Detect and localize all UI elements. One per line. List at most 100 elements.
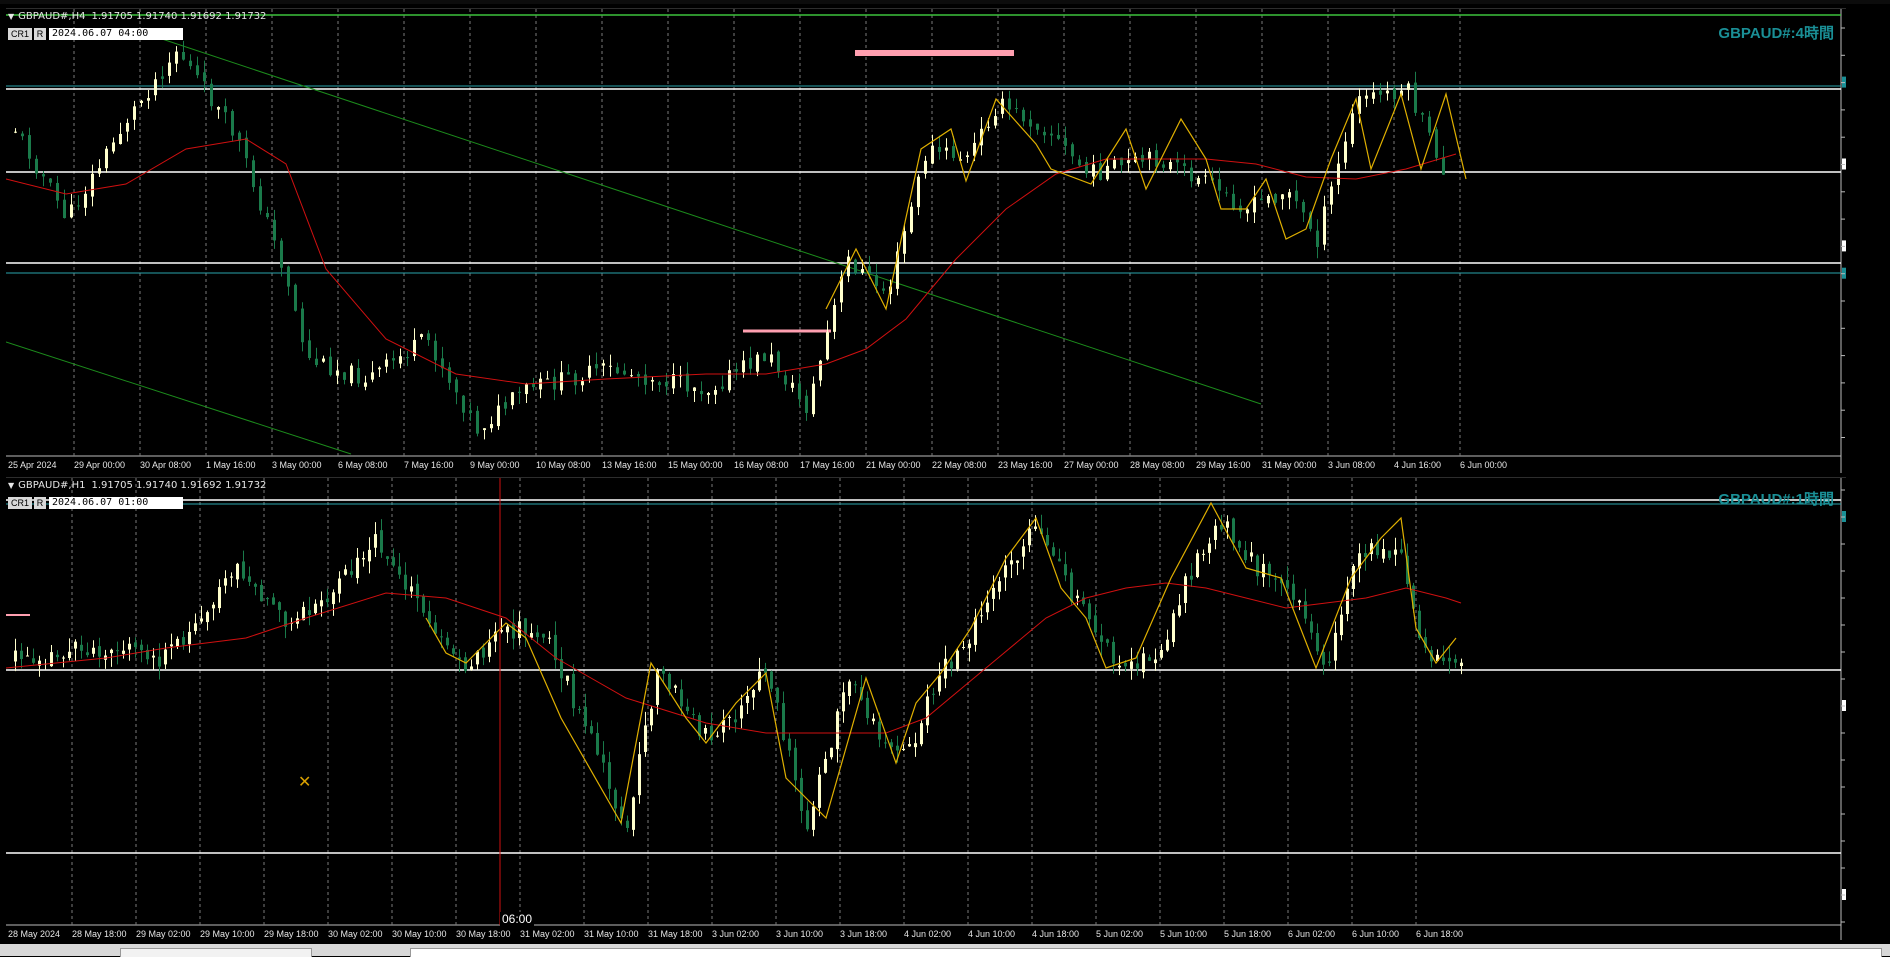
candle-body: [259, 186, 262, 211]
h1-ohlc: 1.91705 1.91740 1.91692 1.91732: [91, 480, 267, 491]
candle-body: [902, 749, 905, 751]
candle-body: [350, 365, 353, 384]
candle-body: [542, 633, 545, 638]
candle-body: [756, 354, 759, 372]
crosshair-time-label: 06:00: [500, 912, 535, 926]
candle-body: [998, 581, 1001, 592]
chart-pane-h4[interactable]: 25 Apr 2024 29 Apr 00:00 30 Apr 08:00 1 May…: [6, 8, 1846, 473]
candle-body: [1454, 658, 1457, 663]
candle-body: [728, 716, 731, 718]
candle-body: [1029, 119, 1032, 127]
candle-body: [842, 692, 845, 712]
time-tick-label: 5 Jun 18:00: [1224, 929, 1271, 939]
candle-body: [1071, 144, 1074, 157]
chart-pane-h1[interactable]: 28 May 2024 28 May 18:00 29 May 02:00 29 Ma…: [6, 477, 1846, 940]
candle-body: [1322, 652, 1325, 665]
candle-body: [782, 703, 785, 741]
time-tick-label: 10 May 08:00: [536, 460, 591, 470]
h1-cr1-button[interactable]: CR1: [8, 497, 32, 509]
candle-body: [175, 51, 178, 64]
candle-body: [203, 72, 206, 82]
candle-body: [1154, 659, 1157, 664]
candle-body: [1382, 549, 1385, 559]
candle-body: [1008, 98, 1011, 110]
candle-body: [1190, 167, 1193, 182]
candle-body: [329, 356, 332, 376]
h1-r-button[interactable]: R: [34, 497, 46, 509]
candle-body: [602, 363, 605, 366]
candle-body: [1064, 137, 1067, 146]
time-tick-label: 13 May 16:00: [602, 460, 657, 470]
candle-body: [1016, 560, 1019, 563]
candle-body: [338, 578, 341, 594]
h4-cr1-button[interactable]: CR1: [8, 28, 32, 40]
candle-body: [1043, 131, 1046, 136]
candle-body: [147, 98, 150, 101]
h1-symbol-label: GBPAUD#:1時間: [1718, 491, 1834, 508]
candle-body: [448, 367, 451, 383]
candle-body: [595, 364, 598, 369]
candle-body: [1197, 178, 1200, 185]
candle-body: [280, 240, 283, 268]
candle-body: [668, 673, 671, 689]
candle-body: [716, 735, 719, 737]
h4-chart-canvas[interactable]: 25 Apr 2024 29 Apr 00:00 30 Apr 08:00 1 May…: [6, 9, 1846, 473]
h4-symbol-label: GBPAUD#:4時間: [1718, 25, 1834, 42]
time-tick-label: 3 Jun 10:00: [776, 929, 823, 939]
candle-body: [956, 650, 959, 669]
candle-body: [566, 675, 569, 681]
candle-body: [632, 797, 635, 830]
candle-body: [350, 571, 353, 575]
candle-body: [1428, 116, 1431, 133]
candle-body: [1166, 639, 1169, 651]
candle-body: [945, 147, 948, 151]
time-tick-label: 29 May 16:00: [1196, 460, 1251, 470]
h1-chart-canvas[interactable]: 28 May 2024 28 May 18:00 29 May 02:00 29 Ma…: [6, 478, 1846, 940]
terminal-top-strip: [0, 0, 1890, 4]
candle-body: [1292, 583, 1295, 600]
candle-body: [1460, 662, 1463, 666]
candle-body: [294, 284, 297, 311]
candle-body: [210, 83, 213, 107]
time-tick-label: 4 Jun 18:00: [1032, 929, 1079, 939]
candle-body: [49, 178, 52, 183]
candle-body: [932, 693, 935, 695]
candle-body: [854, 259, 857, 273]
candle-body: [252, 160, 255, 188]
collapse-triangle-icon[interactable]: ▼: [8, 481, 14, 490]
candle-body: [1346, 588, 1349, 614]
candle-body: [200, 618, 203, 622]
h1-date-field[interactable]: 2024.06.07 01:00: [49, 497, 183, 509]
collapse-triangle-icon[interactable]: ▼: [8, 12, 14, 21]
candle-body: [784, 375, 787, 385]
candle-body: [92, 647, 95, 654]
time-tick-label: 31 May 10:00: [584, 929, 639, 939]
candle-body: [1267, 195, 1270, 204]
candle-body: [536, 632, 539, 638]
h4-r-button[interactable]: R: [34, 28, 46, 40]
candle-body: [357, 368, 360, 384]
candle-body: [1379, 90, 1382, 95]
candle-body: [824, 758, 827, 773]
candle-body: [548, 637, 551, 639]
candle-body: [833, 305, 836, 332]
candle-body: [32, 658, 35, 663]
candle-body: [938, 146, 941, 152]
candle-body: [91, 173, 94, 197]
candle-body: [374, 534, 377, 548]
candle-body: [1393, 88, 1396, 100]
h4-date-field[interactable]: 2024.06.07 04:00: [49, 28, 183, 40]
candle-body: [875, 275, 878, 286]
candle-body: [658, 382, 661, 386]
candle-body: [1394, 549, 1397, 555]
candle-body: [950, 661, 953, 669]
h4-chart-title: ▼ GBPAUD#,H4 1.91705 1.91740 1.91692 1.917…: [8, 11, 266, 22]
candle-body: [126, 122, 129, 132]
candle-body: [1141, 154, 1144, 162]
candle-body: [1214, 525, 1217, 540]
time-tick-label: 25 Apr 2024: [8, 460, 57, 470]
candle-body: [1260, 198, 1263, 201]
candle-body: [602, 754, 605, 763]
time-tick-label: 7 May 16:00: [404, 460, 454, 470]
candle-body: [392, 557, 395, 566]
